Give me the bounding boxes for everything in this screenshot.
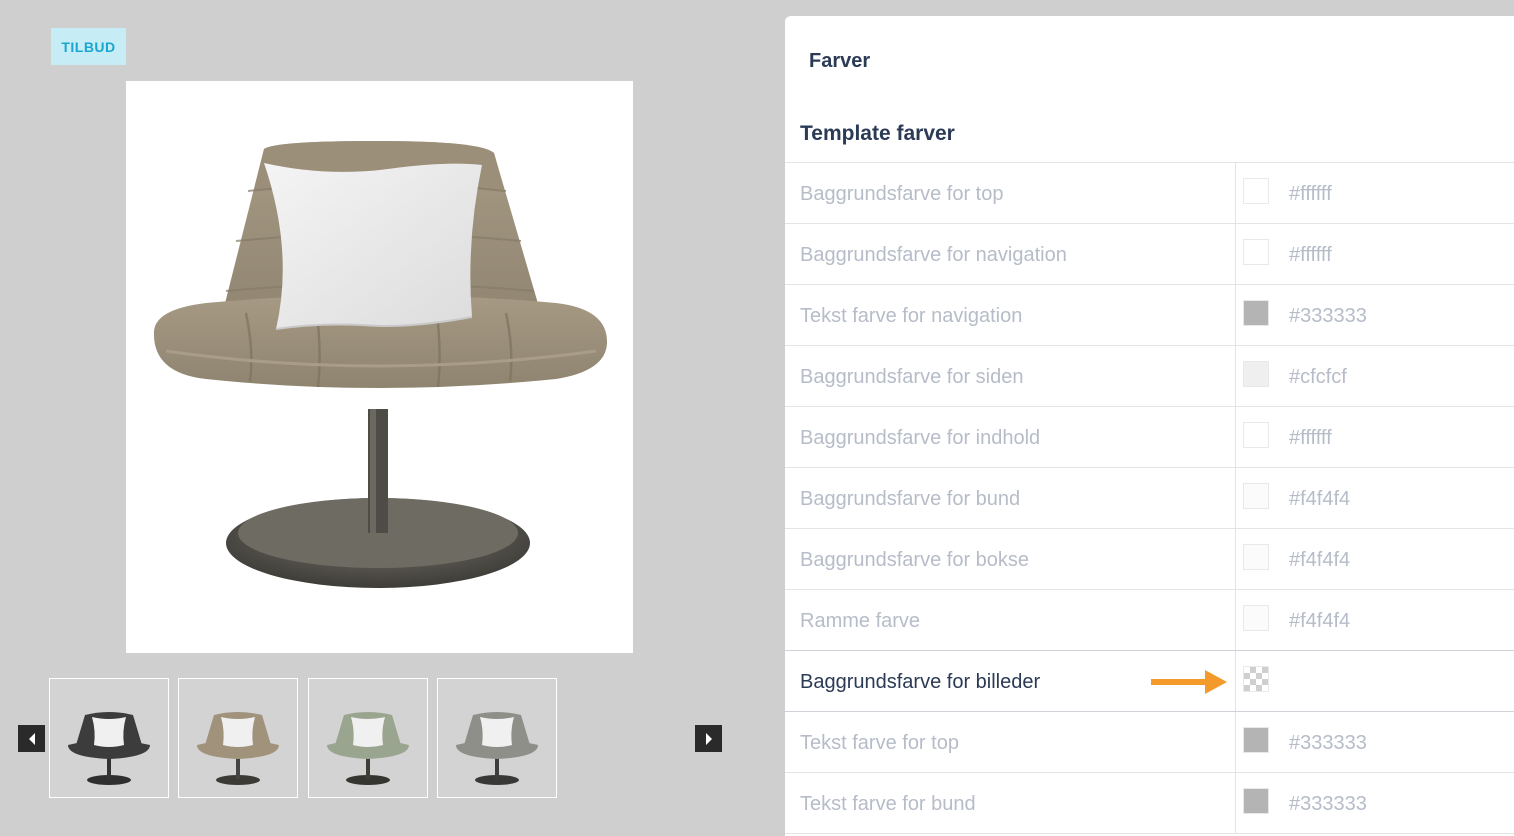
- color-swatch[interactable]: [1243, 300, 1269, 326]
- color-swatch[interactable]: [1243, 727, 1269, 753]
- color-hex-value[interactable]: #333333: [1289, 773, 1367, 833]
- pointer-arrow-icon: [1151, 670, 1227, 694]
- column-divider: [1235, 407, 1236, 467]
- column-divider: [1235, 773, 1236, 833]
- color-setting-row: Tekst farve for top #333333: [785, 712, 1514, 773]
- color-swatch[interactable]: [1243, 483, 1269, 509]
- color-hex-value[interactable]: #333333: [1289, 285, 1367, 345]
- color-setting-label: Baggrundsfarve for navigation: [800, 244, 1067, 266]
- color-setting-row: Ramme farve #f4f4f4: [785, 590, 1514, 651]
- column-divider: [1235, 590, 1236, 650]
- color-hex-value[interactable]: #ffffff: [1289, 407, 1332, 467]
- colors-settings-panel: Farver Template farver Baggrundsfarve fo…: [785, 16, 1514, 836]
- previous-image-button[interactable]: [18, 725, 45, 752]
- color-setting-label: Tekst farve for bund: [800, 793, 976, 815]
- column-divider: [1235, 529, 1236, 589]
- color-swatch[interactable]: [1243, 422, 1269, 448]
- color-setting-row: Baggrundsfarve for bund #f4f4f4: [785, 468, 1514, 529]
- next-image-button[interactable]: [695, 725, 722, 752]
- thumb-chair-icon: [327, 712, 409, 785]
- color-setting-label: Baggrundsfarve for bokse: [800, 549, 1030, 571]
- color-setting-label: Baggrundsfarve for indhold: [800, 427, 1041, 449]
- color-hex-value[interactable]: #333333: [1289, 712, 1367, 772]
- color-setting-row: Baggrundsfarve for siden #cfcfcf: [785, 346, 1514, 407]
- column-divider: [1235, 285, 1236, 345]
- color-setting-label: Baggrundsfarve for top: [800, 183, 1004, 205]
- color-setting-label: Baggrundsfarve for bund: [800, 488, 1021, 510]
- color-swatch[interactable]: [1243, 544, 1269, 570]
- thumbnail-1[interactable]: [49, 678, 169, 798]
- color-setting-row: Baggrundsfarve for billeder: [785, 650, 1514, 712]
- color-setting-row: Tekst farve for navigation #333333: [785, 285, 1514, 346]
- thumbnail-4[interactable]: [437, 678, 557, 798]
- color-swatch[interactable]: [1243, 788, 1269, 814]
- color-setting-label: Tekst farve for navigation: [800, 305, 1023, 327]
- column-divider: [1235, 224, 1236, 284]
- panel-title: Farver: [809, 50, 871, 72]
- color-swatch[interactable]: [1243, 239, 1269, 265]
- color-hex-value[interactable]: #f4f4f4: [1289, 590, 1350, 650]
- caret-left-icon: [28, 732, 35, 745]
- color-setting-row: Baggrundsfarve for top #ffffff: [785, 163, 1514, 224]
- color-swatch[interactable]: [1243, 605, 1269, 631]
- color-setting-row: Baggrundsfarve for bokse #f4f4f4: [785, 529, 1514, 590]
- thumb-chair-icon: [456, 712, 538, 785]
- color-hex-value[interactable]: #ffffff: [1289, 224, 1332, 284]
- column-divider: [1235, 712, 1236, 772]
- thumbnail-2[interactable]: [178, 678, 298, 798]
- color-setting-label: Baggrundsfarve for billeder: [800, 671, 1041, 693]
- lounge-chair-illustration: [153, 141, 608, 588]
- column-divider: [1235, 163, 1236, 223]
- color-setting-row: Baggrundsfarve for navigation #ffffff: [785, 224, 1514, 285]
- color-swatch[interactable]: [1243, 361, 1269, 387]
- color-hex-value[interactable]: #ffffff: [1289, 163, 1332, 223]
- color-hex-value[interactable]: #f4f4f4: [1289, 468, 1350, 528]
- main-product-image: [126, 81, 633, 653]
- color-hex-value[interactable]: #cfcfcf: [1289, 346, 1347, 406]
- color-setting-label: Baggrundsfarve for siden: [800, 366, 1024, 388]
- product-preview: TILBUD: [0, 0, 766, 822]
- color-setting-row: Tekst farve for bund #333333: [785, 773, 1514, 834]
- caret-right-icon: [705, 732, 712, 745]
- color-setting-label: Tekst farve for top: [800, 732, 959, 754]
- color-swatch[interactable]: [1243, 666, 1269, 692]
- section-title: Template farver: [800, 122, 955, 145]
- thumbnail-3[interactable]: [308, 678, 428, 798]
- thumb-chair-icon: [197, 712, 279, 785]
- color-setting-row: Baggrundsfarve for indhold #ffffff: [785, 407, 1514, 468]
- column-divider: [1235, 346, 1236, 406]
- thumb-chair-icon: [68, 712, 150, 785]
- color-setting-label: Ramme farve: [800, 610, 921, 632]
- offer-badge: TILBUD: [51, 28, 126, 65]
- color-hex-value[interactable]: #f4f4f4: [1289, 529, 1350, 589]
- color-settings-list: Baggrundsfarve for top #ffffff Baggrundsfa…: [785, 162, 1514, 834]
- color-swatch[interactable]: [1243, 178, 1269, 204]
- column-divider: [1235, 468, 1236, 528]
- column-divider: [1235, 651, 1236, 711]
